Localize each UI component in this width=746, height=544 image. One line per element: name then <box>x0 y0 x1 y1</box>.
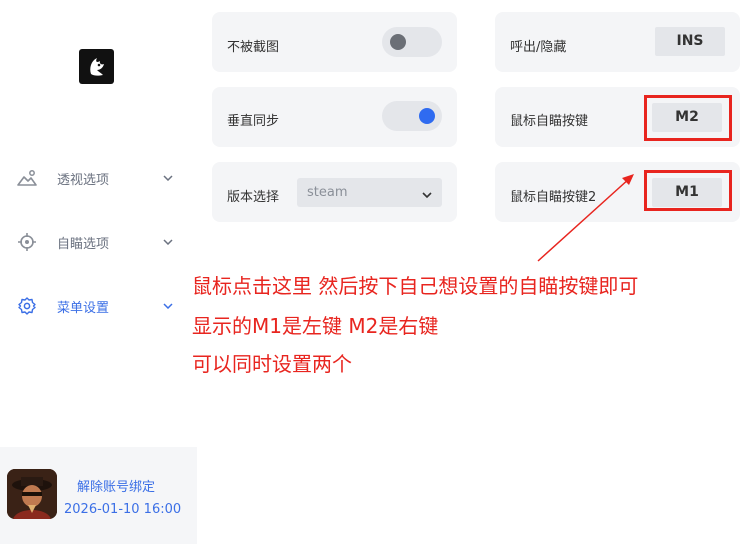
sidebar-item-label: 菜单设置 <box>57 300 110 316</box>
setting-label: 版本选择 <box>227 190 280 205</box>
avatar <box>7 469 57 519</box>
setting-label: 不被截图 <box>227 40 280 55</box>
toggle-knob <box>390 34 406 50</box>
toggle-knob <box>419 108 435 124</box>
chevron-down-icon <box>161 299 175 313</box>
annotation-arrow-icon <box>537 174 634 262</box>
version-select[interactable]: steam <box>297 178 442 207</box>
annotation-line-1: 鼠标点击这里 然后按下自己想设置的自瞄按键即可 <box>192 274 639 298</box>
vsync-toggle[interactable] <box>382 101 442 131</box>
expiry-date: 2026-01-10 16:00 <box>64 502 182 517</box>
highlight-box-aim-key-2 <box>644 170 732 211</box>
setting-label: 鼠标自瞄按键 <box>510 114 589 129</box>
sidebar-item-label: 自瞄选项 <box>57 236 110 252</box>
setting-label: 呼出/隐藏 <box>510 40 567 55</box>
chevron-down-icon <box>161 171 175 185</box>
chevron-down-icon <box>421 186 433 199</box>
sidebar-item-esp[interactable]: 透视选项 <box>0 158 197 198</box>
sidebar-item-label: 透视选项 <box>57 172 110 188</box>
no-screenshot-toggle[interactable] <box>382 27 442 57</box>
unbind-account-link[interactable]: 解除账号绑定 <box>77 476 155 495</box>
setting-show-hide: 呼出/隐藏 INS <box>495 12 740 72</box>
sidebar: 透视选项 自瞄选项 菜单设置 解除账号绑定 2026-01-10 16:00 <box>0 0 197 544</box>
sidebar-item-aimbot[interactable]: 自瞄选项 <box>0 222 197 262</box>
setting-version: 版本选择 steam <box>212 162 457 222</box>
crosshair-icon <box>17 232 37 252</box>
version-select-value: steam <box>307 185 348 200</box>
chevron-down-icon <box>161 235 175 249</box>
setting-no-screenshot: 不被截图 <box>212 12 457 72</box>
highlight-box-aim-key <box>644 95 732 141</box>
annotation-line-2: 显示的M1是左键 M2是右键 <box>192 314 439 338</box>
gear-icon <box>17 296 37 316</box>
show-hide-key-button[interactable]: INS <box>655 27 725 56</box>
wolf-logo-icon <box>79 49 114 84</box>
sidebar-item-menu-settings[interactable]: 菜单设置 <box>0 286 197 326</box>
mountain-scan-icon <box>17 168 37 188</box>
setting-vsync: 垂直同步 <box>212 87 457 147</box>
annotation-line-3: 可以同时设置两个 <box>192 352 352 376</box>
setting-label: 垂直同步 <box>227 114 280 129</box>
account-panel: 解除账号绑定 2026-01-10 16:00 <box>0 447 197 544</box>
